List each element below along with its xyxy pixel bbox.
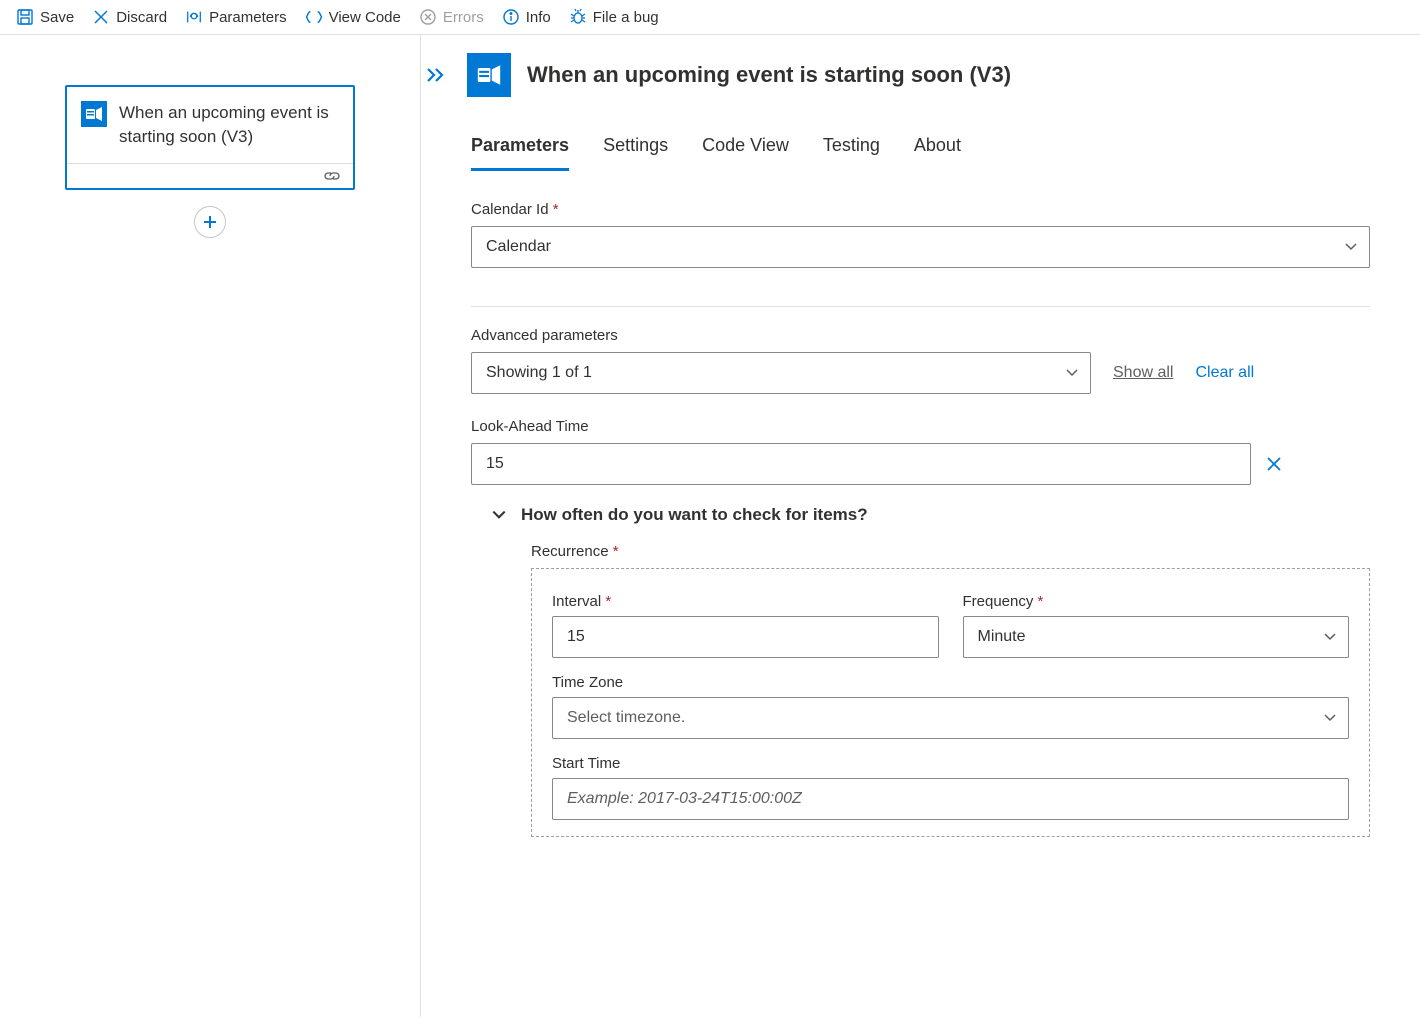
tab-settings[interactable]: Settings <box>603 127 668 171</box>
interval-label: Interval <box>552 593 939 610</box>
collapse-panel-button[interactable] <box>421 62 451 88</box>
advanced-params-select[interactable] <box>471 352 1091 394</box>
interval-field-group: Interval <box>552 593 939 658</box>
view-code-label: View Code <box>329 9 401 26</box>
starttime-field-group: Start Time <box>552 755 1349 820</box>
add-step-button[interactable] <box>194 206 226 238</box>
lookahead-row <box>471 443 1370 485</box>
file-bug-label: File a bug <box>593 9 659 26</box>
chevron-down-icon <box>491 509 507 521</box>
code-icon <box>305 8 323 26</box>
interval-input[interactable] <box>552 616 939 658</box>
view-code-button[interactable]: View Code <box>305 8 401 26</box>
errors-button: Errors <box>419 8 484 26</box>
designer-canvas: When an upcoming event is starting soon … <box>0 35 420 1017</box>
lookahead-input[interactable] <box>471 443 1251 485</box>
bug-icon <box>569 8 587 26</box>
timezone-select[interactable] <box>552 697 1349 739</box>
save-label: Save <box>40 9 74 26</box>
calendar-id-value[interactable] <box>471 226 1370 268</box>
info-label: Info <box>526 9 551 26</box>
starttime-label: Start Time <box>552 755 1349 772</box>
frequency-select[interactable] <box>963 616 1350 658</box>
timezone-input[interactable] <box>552 697 1349 739</box>
frequency-value[interactable] <box>963 616 1350 658</box>
parameters-button[interactable]: Parameters <box>185 8 287 26</box>
file-bug-button[interactable]: File a bug <box>569 8 659 26</box>
frequency-field-group: Frequency <box>963 593 1350 658</box>
toolbar: Save Discard Parameters View Code Errors… <box>0 0 1420 35</box>
tab-testing[interactable]: Testing <box>823 127 880 171</box>
calendar-id-label: Calendar Id <box>471 201 1370 218</box>
info-icon <box>502 8 520 26</box>
discard-button[interactable]: Discard <box>92 8 167 26</box>
discard-label: Discard <box>116 9 167 26</box>
recurrence-label: Recurrence <box>531 543 1370 560</box>
check-frequency-title: How often do you want to check for items… <box>521 505 868 525</box>
trigger-card[interactable]: When an upcoming event is starting soon … <box>65 85 355 190</box>
trigger-card-footer <box>67 163 353 188</box>
timezone-label: Time Zone <box>552 674 1349 691</box>
tab-code-view[interactable]: Code View <box>702 127 789 171</box>
save-button[interactable]: Save <box>16 8 74 26</box>
trigger-card-body: When an upcoming event is starting soon … <box>67 87 353 163</box>
check-frequency-header[interactable]: How often do you want to check for items… <box>471 485 1370 535</box>
outlook-connector-icon <box>81 101 107 127</box>
parameters-form: Calendar Id Advanced parameters Show all… <box>421 171 1420 837</box>
tab-about[interactable]: About <box>914 127 961 171</box>
timezone-field-group: Time Zone <box>552 674 1349 739</box>
close-icon <box>92 8 110 26</box>
save-icon <box>16 8 34 26</box>
errors-label: Errors <box>443 9 484 26</box>
show-all-link[interactable]: Show all <box>1113 364 1173 382</box>
errors-icon <box>419 8 437 26</box>
main-area: When an upcoming event is starting soon … <box>0 35 1420 1017</box>
panel-title: When an upcoming event is starting soon … <box>527 62 1011 88</box>
connection-icon[interactable] <box>323 170 341 182</box>
tab-parameters[interactable]: Parameters <box>471 127 569 171</box>
recurrence-row-1: Interval Frequency <box>552 593 1349 658</box>
info-button[interactable]: Info <box>502 8 551 26</box>
panel-connector-icon <box>467 53 511 97</box>
section-divider <box>471 306 1370 307</box>
panel-tabs: Parameters Settings Code View Testing Ab… <box>421 127 1420 171</box>
recurrence-box: Interval Frequency Time Zo <box>531 568 1370 837</box>
advanced-params-value[interactable] <box>471 352 1091 394</box>
starttime-input[interactable] <box>552 778 1349 820</box>
parameters-icon <box>185 8 203 26</box>
clear-all-link[interactable]: Clear all <box>1195 364 1254 382</box>
parameters-label: Parameters <box>209 9 287 26</box>
panel-header: When an upcoming event is starting soon … <box>421 53 1420 127</box>
details-panel: When an upcoming event is starting soon … <box>420 35 1420 1017</box>
frequency-label: Frequency <box>963 593 1350 610</box>
clear-lookahead-button[interactable] <box>1265 455 1283 473</box>
advanced-params-label: Advanced parameters <box>471 327 1370 344</box>
advanced-params-row: Show all Clear all <box>471 352 1370 394</box>
lookahead-field-group: Look-Ahead Time <box>471 418 1370 485</box>
calendar-id-select[interactable] <box>471 226 1370 268</box>
trigger-card-title: When an upcoming event is starting soon … <box>119 101 339 149</box>
lookahead-label: Look-Ahead Time <box>471 418 1370 435</box>
